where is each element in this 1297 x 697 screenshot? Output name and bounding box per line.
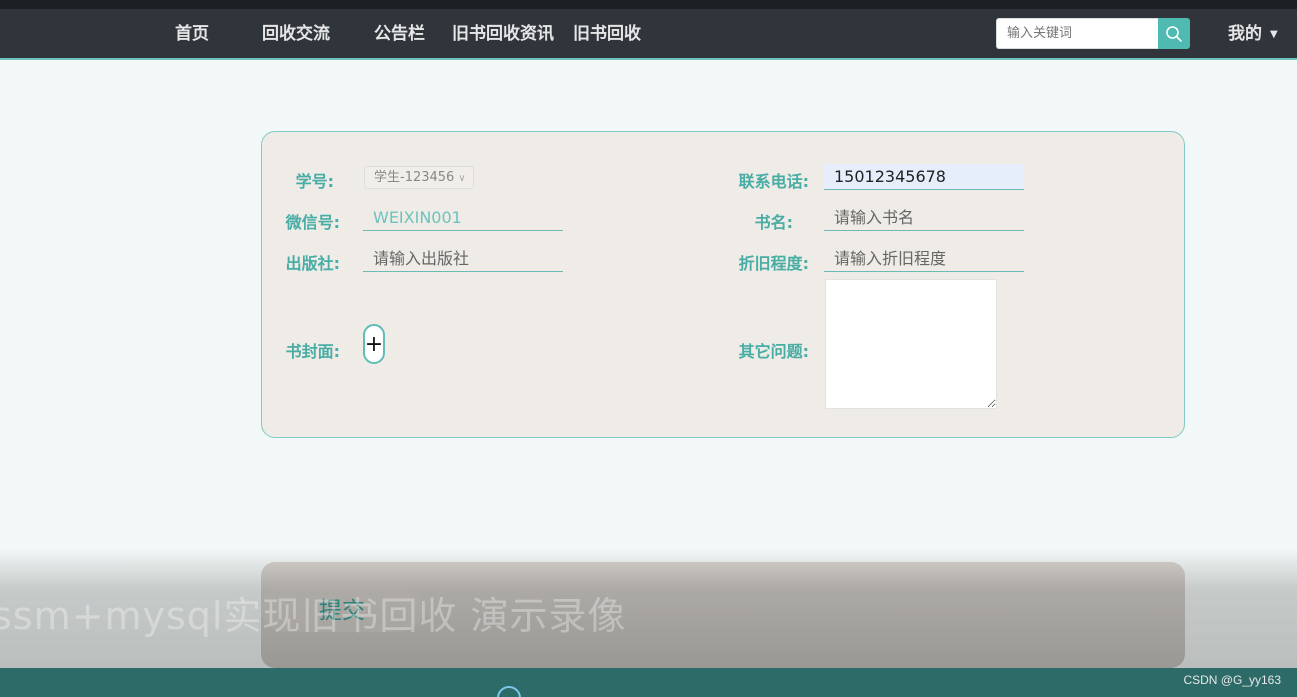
phone-label: 联系电话: xyxy=(738,172,809,191)
wechat-field[interactable] xyxy=(363,205,563,231)
search-icon xyxy=(1166,25,1182,42)
submit-button[interactable]: 提交 xyxy=(261,584,423,632)
publisher-label: 出版社: xyxy=(285,254,340,273)
plus-icon: + xyxy=(364,331,384,357)
page-footer: CSDN @G_yy163 xyxy=(0,668,1297,697)
my-account-label: 我的 xyxy=(1228,24,1262,44)
search-input[interactable] xyxy=(996,18,1158,49)
cover-label: 书封面: xyxy=(285,342,340,361)
other-issues-textarea[interactable] xyxy=(825,279,997,409)
nav-bulletin[interactable]: 公告栏 xyxy=(374,9,425,60)
csdn-credit: CSDN @G_yy163 xyxy=(1183,673,1281,687)
nav-book-recycle[interactable]: 旧书回收 xyxy=(573,9,641,60)
book-name-field[interactable] xyxy=(824,205,1024,231)
nav-home[interactable]: 首页 xyxy=(175,9,209,60)
condition-field[interactable] xyxy=(824,246,1024,272)
chevron-down-icon: ∨ xyxy=(458,173,466,184)
phone-field[interactable] xyxy=(824,164,1024,190)
submit-panel: 提交 xyxy=(261,562,1185,668)
publisher-field[interactable] xyxy=(363,246,563,272)
nav-recycle-exchange[interactable]: 回收交流 xyxy=(262,9,330,60)
top-navbar: 首页 回收交流 公告栏 旧书回收资讯 旧书回收 我的 ▼ xyxy=(0,9,1297,60)
loading-ring-icon xyxy=(497,686,521,697)
student-id-select[interactable]: 学生-123456 ∨ xyxy=(364,166,474,189)
nav-recycle-news[interactable]: 旧书回收资讯 xyxy=(452,9,554,60)
recycle-form-card: 学号: 学生-123456∨ 联系电话: 微信号: 书名: 出版社: 折旧程度:… xyxy=(261,131,1185,438)
window-top-strip xyxy=(0,0,1297,27)
student-id-value: 学生-123456 xyxy=(374,170,455,185)
caret-down-icon: ▼ xyxy=(1270,29,1278,40)
book-name-label: 书名: xyxy=(754,213,793,232)
wechat-label: 微信号: xyxy=(285,213,340,232)
condition-label: 折旧程度: xyxy=(738,254,809,273)
cover-upload-button[interactable]: + xyxy=(363,324,385,364)
search-button[interactable] xyxy=(1158,18,1190,49)
student-id-label: 学号: xyxy=(295,172,334,191)
my-account-menu[interactable]: 我的 ▼ xyxy=(1228,9,1278,60)
other-issues-label: 其它问题: xyxy=(738,342,809,361)
